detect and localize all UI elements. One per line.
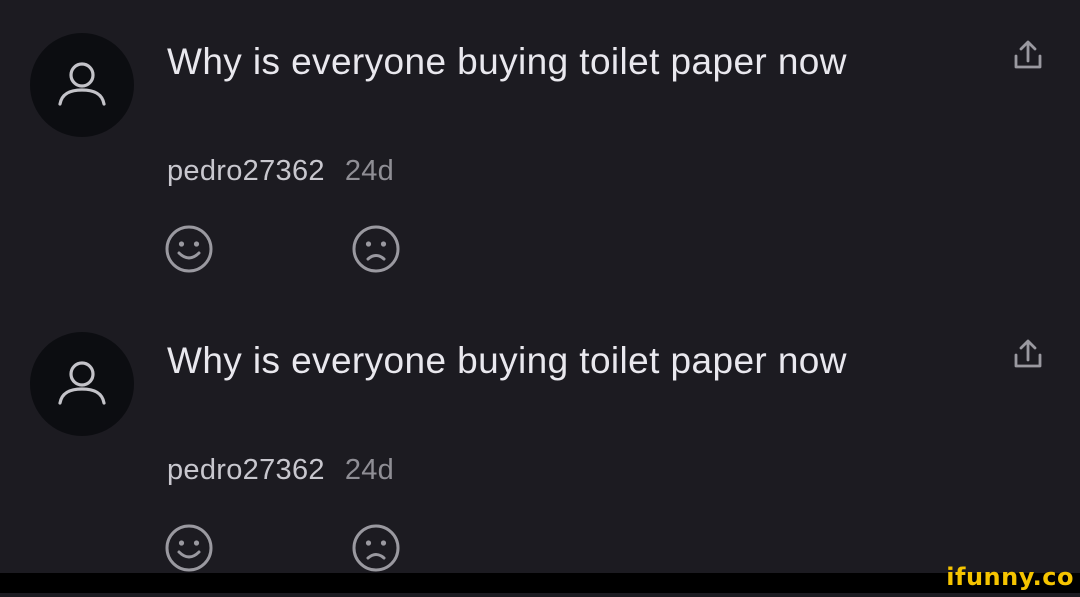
user-silhouette-icon [58, 361, 106, 405]
bottom-bar [0, 573, 1080, 593]
frown-face-icon [352, 225, 400, 273]
share-button[interactable] [1010, 38, 1046, 74]
dislike-button[interactable] [350, 223, 402, 275]
comment-title: Why is everyone buying toilet paper now [167, 340, 847, 381]
dislike-button[interactable] [350, 522, 402, 574]
share-upload-icon [1014, 40, 1042, 69]
post-age: 24d [344, 454, 395, 486]
comment-meta: pedro27362 24d [167, 153, 394, 189]
comment-meta: pedro27362 24d [167, 452, 394, 488]
post-age: 24d [344, 155, 395, 187]
like-button[interactable] [163, 522, 215, 574]
frown-face-icon [352, 524, 400, 572]
share-upload-icon [1014, 339, 1042, 368]
smile-face-icon [165, 524, 213, 572]
avatar[interactable] [30, 33, 134, 137]
avatar[interactable] [30, 332, 134, 436]
author-name[interactable]: pedro27362 [167, 155, 325, 187]
comment-title: Why is everyone buying toilet paper now [167, 41, 847, 82]
share-button[interactable] [1010, 337, 1046, 373]
watermark-logo: ifunny.co [946, 563, 1074, 591]
smile-face-icon [165, 225, 213, 273]
author-name[interactable]: pedro27362 [167, 454, 325, 486]
comment-item: Why is everyone buying toilet paper now … [0, 299, 1080, 597]
comment-item: Why is everyone buying toilet paper now … [0, 0, 1080, 298]
user-silhouette-icon [58, 62, 106, 106]
like-button[interactable] [163, 223, 215, 275]
